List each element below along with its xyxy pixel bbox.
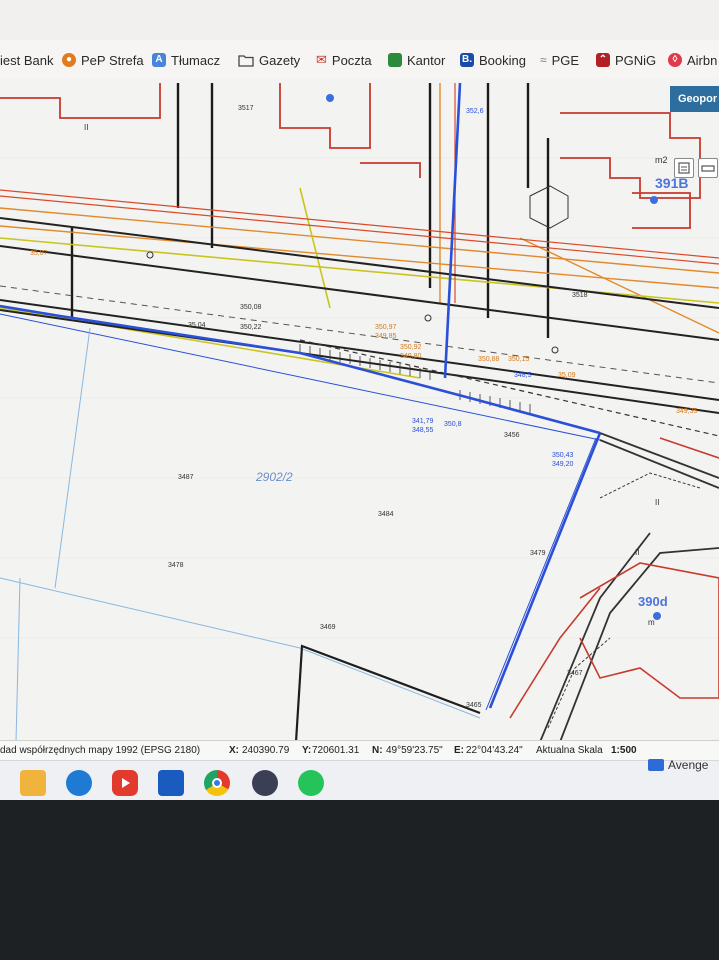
bookmark-airbnb[interactable]: ◊ Airbn (668, 50, 717, 70)
translate-icon: A (152, 53, 166, 67)
building-class-label-a: m2 (655, 155, 668, 165)
bookmark-booking[interactable]: B. Booking (460, 50, 526, 70)
chrome-icon[interactable] (204, 770, 230, 796)
bookmark-airbnb-label: Airbn (687, 52, 718, 68)
bookmark-pge[interactable]: ≈ PGE (540, 50, 579, 70)
geoportal-button[interactable]: Geopor (670, 86, 719, 112)
scale-label: Aktualna Skala (536, 745, 603, 756)
point-label: 3517 (238, 105, 254, 112)
bookmark-pgnig[interactable]: ⌃ PGNiG (596, 50, 656, 70)
storey-label: II (84, 123, 89, 132)
pipe-label-blue: 350,8 (444, 421, 462, 428)
pipe-label-blue: 348,5 (514, 372, 532, 379)
bookmark-bank-label: iest Bank (0, 52, 54, 68)
notification-item[interactable]: Avenge (648, 754, 719, 776)
bookmark-tlumacz[interactable]: A Tłumacz (152, 50, 220, 70)
map-canvas[interactable]: 391B m2 390d m 2902/2 3517 3487 3484 347… (0, 78, 719, 742)
pipe-label-orange: 350,92 (400, 344, 422, 351)
print-tool-button[interactable] (674, 158, 694, 178)
bookmark-kantor-label: Kantor (407, 52, 446, 68)
folder-icon (238, 54, 254, 67)
point-label: 3469 (320, 624, 336, 631)
bookmark-gazety[interactable]: Gazety (238, 50, 300, 70)
point-label: 3487 (178, 474, 194, 481)
elevation-label: 35,04 (188, 322, 206, 329)
bookmark-pep-label: PeP Strefa (81, 52, 144, 68)
pep-icon: ● (62, 53, 76, 67)
pipe-label-orange: 350,88 (478, 356, 500, 363)
elevation-label: 35,07 (30, 250, 48, 257)
pipe-label-orange: 350,15 (508, 356, 530, 363)
coordinate-system-label: dad współrzędnych mapy 1992 (EPSG 2180) (0, 745, 201, 756)
measure-tool-button[interactable] (698, 158, 718, 178)
y-label: Y: (302, 745, 312, 756)
bookmark-kantor[interactable]: Kantor (388, 50, 445, 70)
point-label: 3467 (567, 670, 583, 677)
pipe-label-blue: 349,20 (552, 461, 574, 468)
bookmark-booking-label: Booking (479, 52, 526, 68)
building-class-label-b: m (648, 618, 655, 627)
pipe-label-blue: 352,6 (466, 108, 484, 115)
coordinate-status-bar: dad współrzędnych mapy 1992 (EPSG 2180) … (0, 740, 719, 761)
pipe-label-blue: 341,79 (412, 418, 434, 425)
x-value: 240390.79 (242, 745, 290, 756)
play-icon (122, 778, 130, 788)
point-label: 3456 (504, 432, 520, 439)
scale-value: 1:500 (611, 745, 637, 756)
chrome-center-icon (212, 778, 222, 788)
point-label: 3479 (530, 550, 546, 557)
obs-icon[interactable] (252, 770, 278, 796)
mail-icon: ✉ (316, 52, 327, 67)
bookmark-bank[interactable]: iest Bank (0, 50, 53, 70)
pipe-label-orange: 349,35 (676, 408, 698, 415)
elevation-label: 350,08 (240, 304, 262, 311)
n-label: N: (372, 745, 383, 756)
video-icon (648, 759, 664, 771)
bookmark-poczta-label: Poczta (331, 52, 372, 68)
print-icon (678, 162, 690, 174)
y-value: 720601.31 (312, 745, 360, 756)
point-label: 3518 (572, 292, 588, 299)
parcel-number-label: 2902/2 (256, 470, 293, 484)
onedrive-icon[interactable] (66, 770, 92, 796)
notification-text: Avenge (668, 758, 709, 772)
taskbar (0, 760, 719, 800)
map-drawing (0, 82, 719, 742)
storey-label: II (655, 498, 660, 507)
airbnb-icon: ◊ (668, 53, 682, 67)
bookmark-poczta[interactable]: ✉ Poczta (316, 50, 372, 70)
bookmark-pep-strefa[interactable]: ● PeP Strefa (62, 50, 144, 70)
point-label: 3484 (378, 511, 394, 518)
pge-icon: ≈ (540, 53, 547, 67)
point-label: 3478 (168, 562, 184, 569)
bookmark-pgnig-label: PGNiG (615, 52, 657, 68)
kantor-icon (388, 53, 402, 67)
pipe-label-orange: 349,85 (375, 333, 397, 340)
youtube-icon[interactable] (112, 770, 138, 796)
screen: iest Bank ● PeP Strefa A Tłumacz Gazety … (0, 0, 719, 800)
pgnig-icon: ⌃ (596, 53, 610, 67)
pipe-label-orange: 350,97 (375, 324, 397, 331)
docs-icon[interactable] (158, 770, 184, 796)
e-label: E: (454, 745, 464, 756)
building-label-390d: 390d (638, 594, 668, 609)
elevation-label: 350,22 (240, 324, 262, 331)
x-label: X: (229, 745, 239, 756)
pipe-label-orange: 35,09 (558, 372, 576, 379)
pipe-label-blue: 348,55 (412, 427, 434, 434)
whatsapp-icon[interactable] (298, 770, 324, 796)
bookmarks-bar: iest Bank ● PeP Strefa A Tłumacz Gazety … (0, 40, 719, 79)
e-value: 22°04'43.24" (466, 745, 523, 756)
bookmark-pge-label: PGE (551, 52, 580, 68)
booking-icon: B. (460, 53, 474, 67)
storey-label: II (635, 548, 640, 557)
files-icon[interactable] (20, 770, 46, 796)
point-label: 3465 (466, 702, 482, 709)
bookmark-tlumacz-label: Tłumacz (171, 52, 221, 68)
n-value: 49°59'23.75" (386, 745, 443, 756)
pipe-label-orange: 349,80 (400, 353, 422, 360)
bookmark-gazety-label: Gazety (259, 52, 301, 68)
pipe-label-blue: 350,43 (552, 452, 574, 459)
ruler-icon (701, 165, 715, 172)
